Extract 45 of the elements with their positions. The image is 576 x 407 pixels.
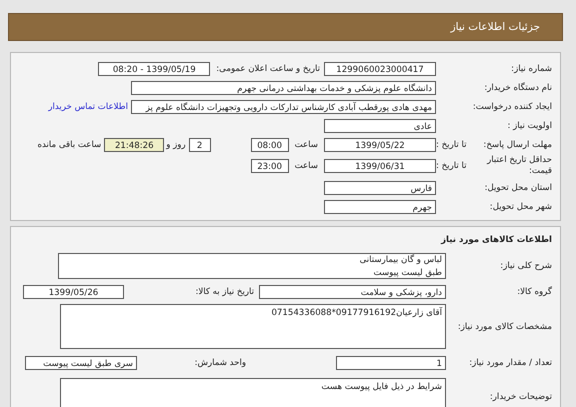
field-label: اولویت نیاز :: [506, 120, 553, 130]
quantity-field: 1: [336, 356, 446, 370]
goods-group-field: دارو، پزشکی و سلامت: [259, 284, 446, 298]
unit-field: سری طبق لیست پیوست: [25, 356, 137, 370]
date-field: 1399/05/22: [324, 138, 436, 152]
time-field: 23:00: [250, 159, 289, 173]
priority-field: عادی: [324, 118, 436, 132]
notes-field: شرایط در ذیل فایل پیوست هست: [60, 378, 446, 407]
requester-field: مهدی هادی پورقطب آبادی کارشناس تدارکات دارویی وتجهیزات دانشگاه علوم پز: [131, 100, 436, 114]
field-label: توضیحات خریدار:: [488, 392, 553, 402]
date-field: 1399/06/31: [324, 159, 436, 173]
field-label: ساعت: [294, 140, 318, 150]
buyer-field: دانشگاه علوم پزشکی و خدمات بهداشتی درمانی جهرم: [131, 80, 436, 94]
field-label: مشخصات کالای مورد نیاز:: [456, 322, 553, 332]
field-label: حداقل تاریخ اعتبار قیمت:: [486, 155, 552, 177]
field-label: روز و: [166, 140, 186, 150]
contact-link[interactable]: اطلاعات تماس خریدار: [48, 102, 128, 112]
field-label: ساعت باقی مانده: [38, 140, 102, 150]
field-label: ایجاد کننده درخواست:: [472, 102, 553, 112]
section-title: اطلاعات کالاهای مورد نیاز: [440, 234, 553, 247]
field-label: تا تاریخ :: [436, 140, 466, 150]
field-label: واحد شمارش:: [194, 358, 246, 368]
time-field: 08:00: [250, 138, 289, 152]
field-label: گروه کالا:: [516, 286, 553, 296]
field-label: شماره نیاز:: [510, 64, 553, 74]
field-label: تعداد / مقدار مورد نیاز:: [468, 358, 553, 368]
need-date-field: 1399/05/26: [23, 284, 124, 298]
field-label: ساعت: [294, 161, 318, 171]
remaining-time-field: 21:48:26: [104, 138, 164, 152]
summary-field: لباس و گان بیمارستانی طبق لیست پیوست: [58, 253, 446, 279]
announce-date-field: 1399/05/19 - 08:20: [98, 62, 210, 76]
field-label: تاریخ و ساعت اعلان عمومی:: [216, 64, 320, 74]
page-title: جزئیات اطلاعات نیاز: [450, 21, 540, 33]
field-label: نام دستگاه خریدار:: [483, 82, 553, 92]
specs-field: آقای زارعیان09177916192*07154336088: [60, 304, 446, 349]
field-label: شهر محل تحویل:: [488, 202, 553, 212]
field-label: تا تاریخ :: [436, 161, 466, 171]
field-label: استان محل تحویل:: [484, 182, 553, 192]
province-field: فارس: [324, 180, 436, 194]
days-field: 2: [188, 138, 211, 152]
field-label: مهلت ارسال پاسخ:: [483, 140, 552, 150]
field-label: شرح کلی نیاز:: [499, 261, 553, 271]
city-field: جهرم: [324, 200, 436, 214]
field-label: تاریخ نیاز به کالا:: [195, 286, 254, 296]
need-number-field: 1299060023000417: [324, 62, 436, 76]
